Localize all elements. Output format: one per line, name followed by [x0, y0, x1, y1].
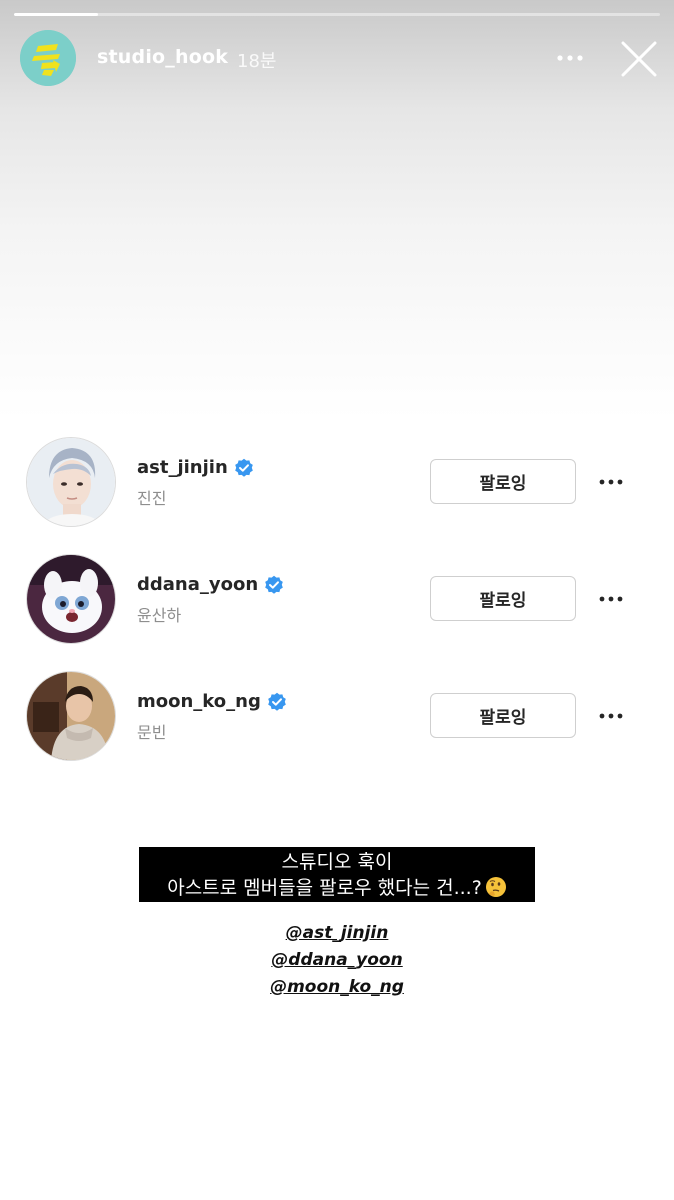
following-button[interactable]: 팔로잉: [430, 576, 576, 621]
avatar[interactable]: [26, 437, 116, 527]
account-name: 진진: [137, 489, 167, 508]
follow-row-moon-ko-ng: moon_ko_ng 문빈 팔로잉: [26, 671, 646, 763]
thinking-face-icon: [485, 877, 506, 897]
mention-link[interactable]: @ast_jinjin: [0, 923, 674, 943]
account-handle[interactable]: ast_jinjin: [137, 457, 254, 478]
avatar[interactable]: [26, 671, 116, 761]
caption-line-2-text: 아스트로 멤버들을 팔로우 했다는 건...?: [167, 877, 482, 899]
verified-badge-icon: [268, 692, 286, 711]
story-username[interactable]: studio_hook: [97, 46, 228, 68]
account-handle[interactable]: moon_ko_ng: [137, 691, 287, 712]
story-progress-bar: [14, 13, 660, 16]
mention-link[interactable]: @ddana_yoon: [0, 950, 674, 970]
account-handle[interactable]: ddana_yoon: [137, 574, 284, 595]
follow-row-ddana-yoon: ddana_yoon 윤산하 팔로잉: [26, 554, 646, 646]
studio-hook-logo[interactable]: [20, 30, 76, 86]
story-caption: 스튜디오 훅이 아스트로 멤버들을 팔로우 했다는 건...?: [139, 847, 535, 902]
mention-link[interactable]: @moon_ko_ng: [0, 977, 674, 997]
following-button[interactable]: 팔로잉: [430, 459, 576, 504]
story-progress-fill: [14, 13, 98, 16]
follow-row-ast-jinjin: ast_jinjin 진진 팔로잉: [26, 437, 646, 529]
account-name: 문빈: [137, 723, 167, 742]
more-options-icon[interactable]: [598, 588, 624, 610]
story-header: studio_hook 18분: [20, 30, 660, 86]
close-icon[interactable]: [620, 40, 658, 78]
story-timestamp: 18분: [237, 51, 277, 72]
handle-text[interactable]: ddana_yoon: [137, 574, 258, 595]
verified-badge-icon: [265, 575, 283, 594]
avatar[interactable]: [26, 554, 116, 644]
story-view[interactable]: studio_hook 18분 ast_jinjin 진진 팔로잉 ddana_…: [0, 0, 674, 1200]
handle-text[interactable]: ast_jinjin: [137, 457, 228, 478]
verified-badge-icon: [234, 458, 253, 477]
more-options-icon[interactable]: [598, 705, 624, 727]
more-options-icon[interactable]: [598, 471, 624, 493]
caption-line-1: 스튜디오 훅이: [281, 851, 393, 873]
account-name: 윤산하: [137, 606, 182, 625]
caption-line-2: 아스트로 멤버들을 팔로우 했다는 건...?: [139, 875, 535, 901]
more-options-icon[interactable]: [555, 44, 585, 72]
following-button[interactable]: 팔로잉: [430, 693, 576, 738]
handle-text[interactable]: moon_ko_ng: [137, 691, 261, 712]
